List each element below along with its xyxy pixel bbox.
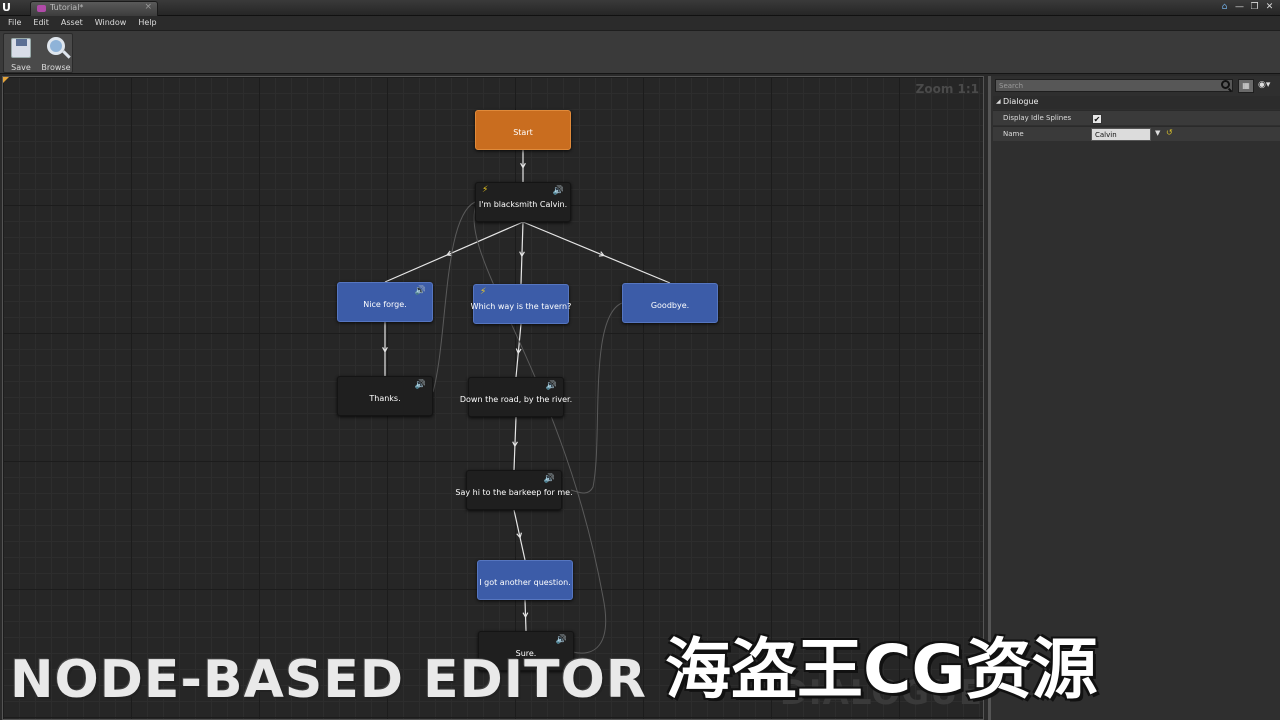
dialogue-node-n1[interactable]: ⚡ 🔊 I'm blacksmith Calvin. [475,182,571,222]
node-text: Say hi to the barkeep for me. [455,487,573,497]
window-controls: ⌂ — ❐ ✕ [1218,1,1276,14]
save-icon [11,38,31,58]
prop-label-name: Name [1003,130,1024,138]
browse-button[interactable]: Browse [40,36,72,72]
expand-arrow-icon[interactable]: ◢ [996,98,1001,105]
wire-n4-p4 [513,509,526,561]
dialogue-node-p2[interactable]: ⚡ Which way is the tavern? [470,284,572,324]
save-label: Save [11,63,31,72]
details-search-input[interactable] [995,79,1233,92]
close-button[interactable]: ✕ [1263,1,1276,13]
search-icon[interactable] [1221,80,1230,89]
learn-icon[interactable]: ⌂ [1218,1,1231,13]
node-text: Which way is the tavern? [470,301,572,311]
wire-n1-p2 [520,221,524,285]
category-dialogue[interactable]: ◢ Dialogue [993,96,1280,109]
dialogue-node-p3[interactable]: Goodbye. [622,283,718,323]
tab-tutorial[interactable]: Tutorial* × [30,1,158,16]
maximize-button[interactable]: ❐ [1248,1,1261,13]
minimize-button[interactable]: — [1233,1,1246,13]
toolbar-group: Save Browse [3,33,73,73]
dialogue-node-p1[interactable]: 🔊 Nice forge. [337,282,433,322]
node-text: Thanks. [369,393,401,403]
node-text: Down the road, by the river. [459,394,573,404]
overlay-watermark: 海盗王CG资源 [665,631,1098,708]
menu-file[interactable]: File [2,16,27,30]
idle-spline-2 [570,302,623,494]
dialogue-node-start[interactable]: Start [475,110,571,150]
name-dropdown-icon[interactable]: ▼ [1155,129,1160,137]
category-label: Dialogue [1003,97,1039,106]
menu-bar: File Edit Asset Window Help [0,16,1280,30]
node-text: Start [513,127,533,137]
toolbar: Save Browse [0,30,1280,74]
wire-n1-p1 [384,221,524,283]
node-text: Nice forge. [363,299,407,309]
idle-splines-checkbox[interactable]: ✔ [1092,114,1102,124]
node-text: I got another question. [479,577,571,587]
tab-label: Tutorial* [50,3,84,12]
browse-label: Browse [41,63,71,72]
node-text: I'm blacksmith Calvin. [478,199,568,209]
prop-label-idle-splines: Display Idle Splines [1003,114,1072,122]
grid-view-icon[interactable]: ▦ [1238,79,1254,93]
details-search-row: ▦ ◉▾ [995,79,1280,93]
wire-n3-n4 [513,416,517,471]
menu-help[interactable]: Help [132,16,162,30]
menu-asset[interactable]: Asset [55,16,89,30]
dialogue-node-n3[interactable]: 🔊 Down the road, by the river. [459,377,573,417]
prop-display-idle-splines: Display Idle Splines ✔ [993,110,1280,125]
title-bar: U Tutorial* × ⌂ — ❐ ✕ [0,0,1280,16]
view-options-eye-icon[interactable]: ◉▾ [1258,79,1280,93]
magnifier-icon [47,37,65,55]
dialogue-node-n2[interactable]: 🔊 Thanks. [337,376,433,416]
name-input[interactable] [1091,128,1151,141]
node-text: Goodbye. [650,300,690,310]
unreal-logo-icon: U [2,1,11,14]
menu-window[interactable]: Window [89,16,133,30]
reset-arrow-icon[interactable]: ↺ [1166,128,1173,137]
wire-n1-p3 [522,221,671,284]
prop-name: Name ▼ ↺ [993,126,1280,141]
dialogue-asset-icon [37,5,46,12]
idle-spline-0 [432,201,476,393]
overlay-title: NODE-BASED EDITOR [10,650,647,710]
dialogue-node-n4[interactable]: 🔊 Say hi to the barkeep for me. [455,470,573,510]
menu-edit[interactable]: Edit [27,16,55,30]
dialogue-node-p4[interactable]: I got another question. [477,560,573,600]
editor-window: U Tutorial* × ⌂ — ❐ ✕ File Edit Asset Wi… [0,0,1280,720]
save-button[interactable]: Save [5,36,37,72]
tab-close-icon[interactable]: × [144,2,152,12]
